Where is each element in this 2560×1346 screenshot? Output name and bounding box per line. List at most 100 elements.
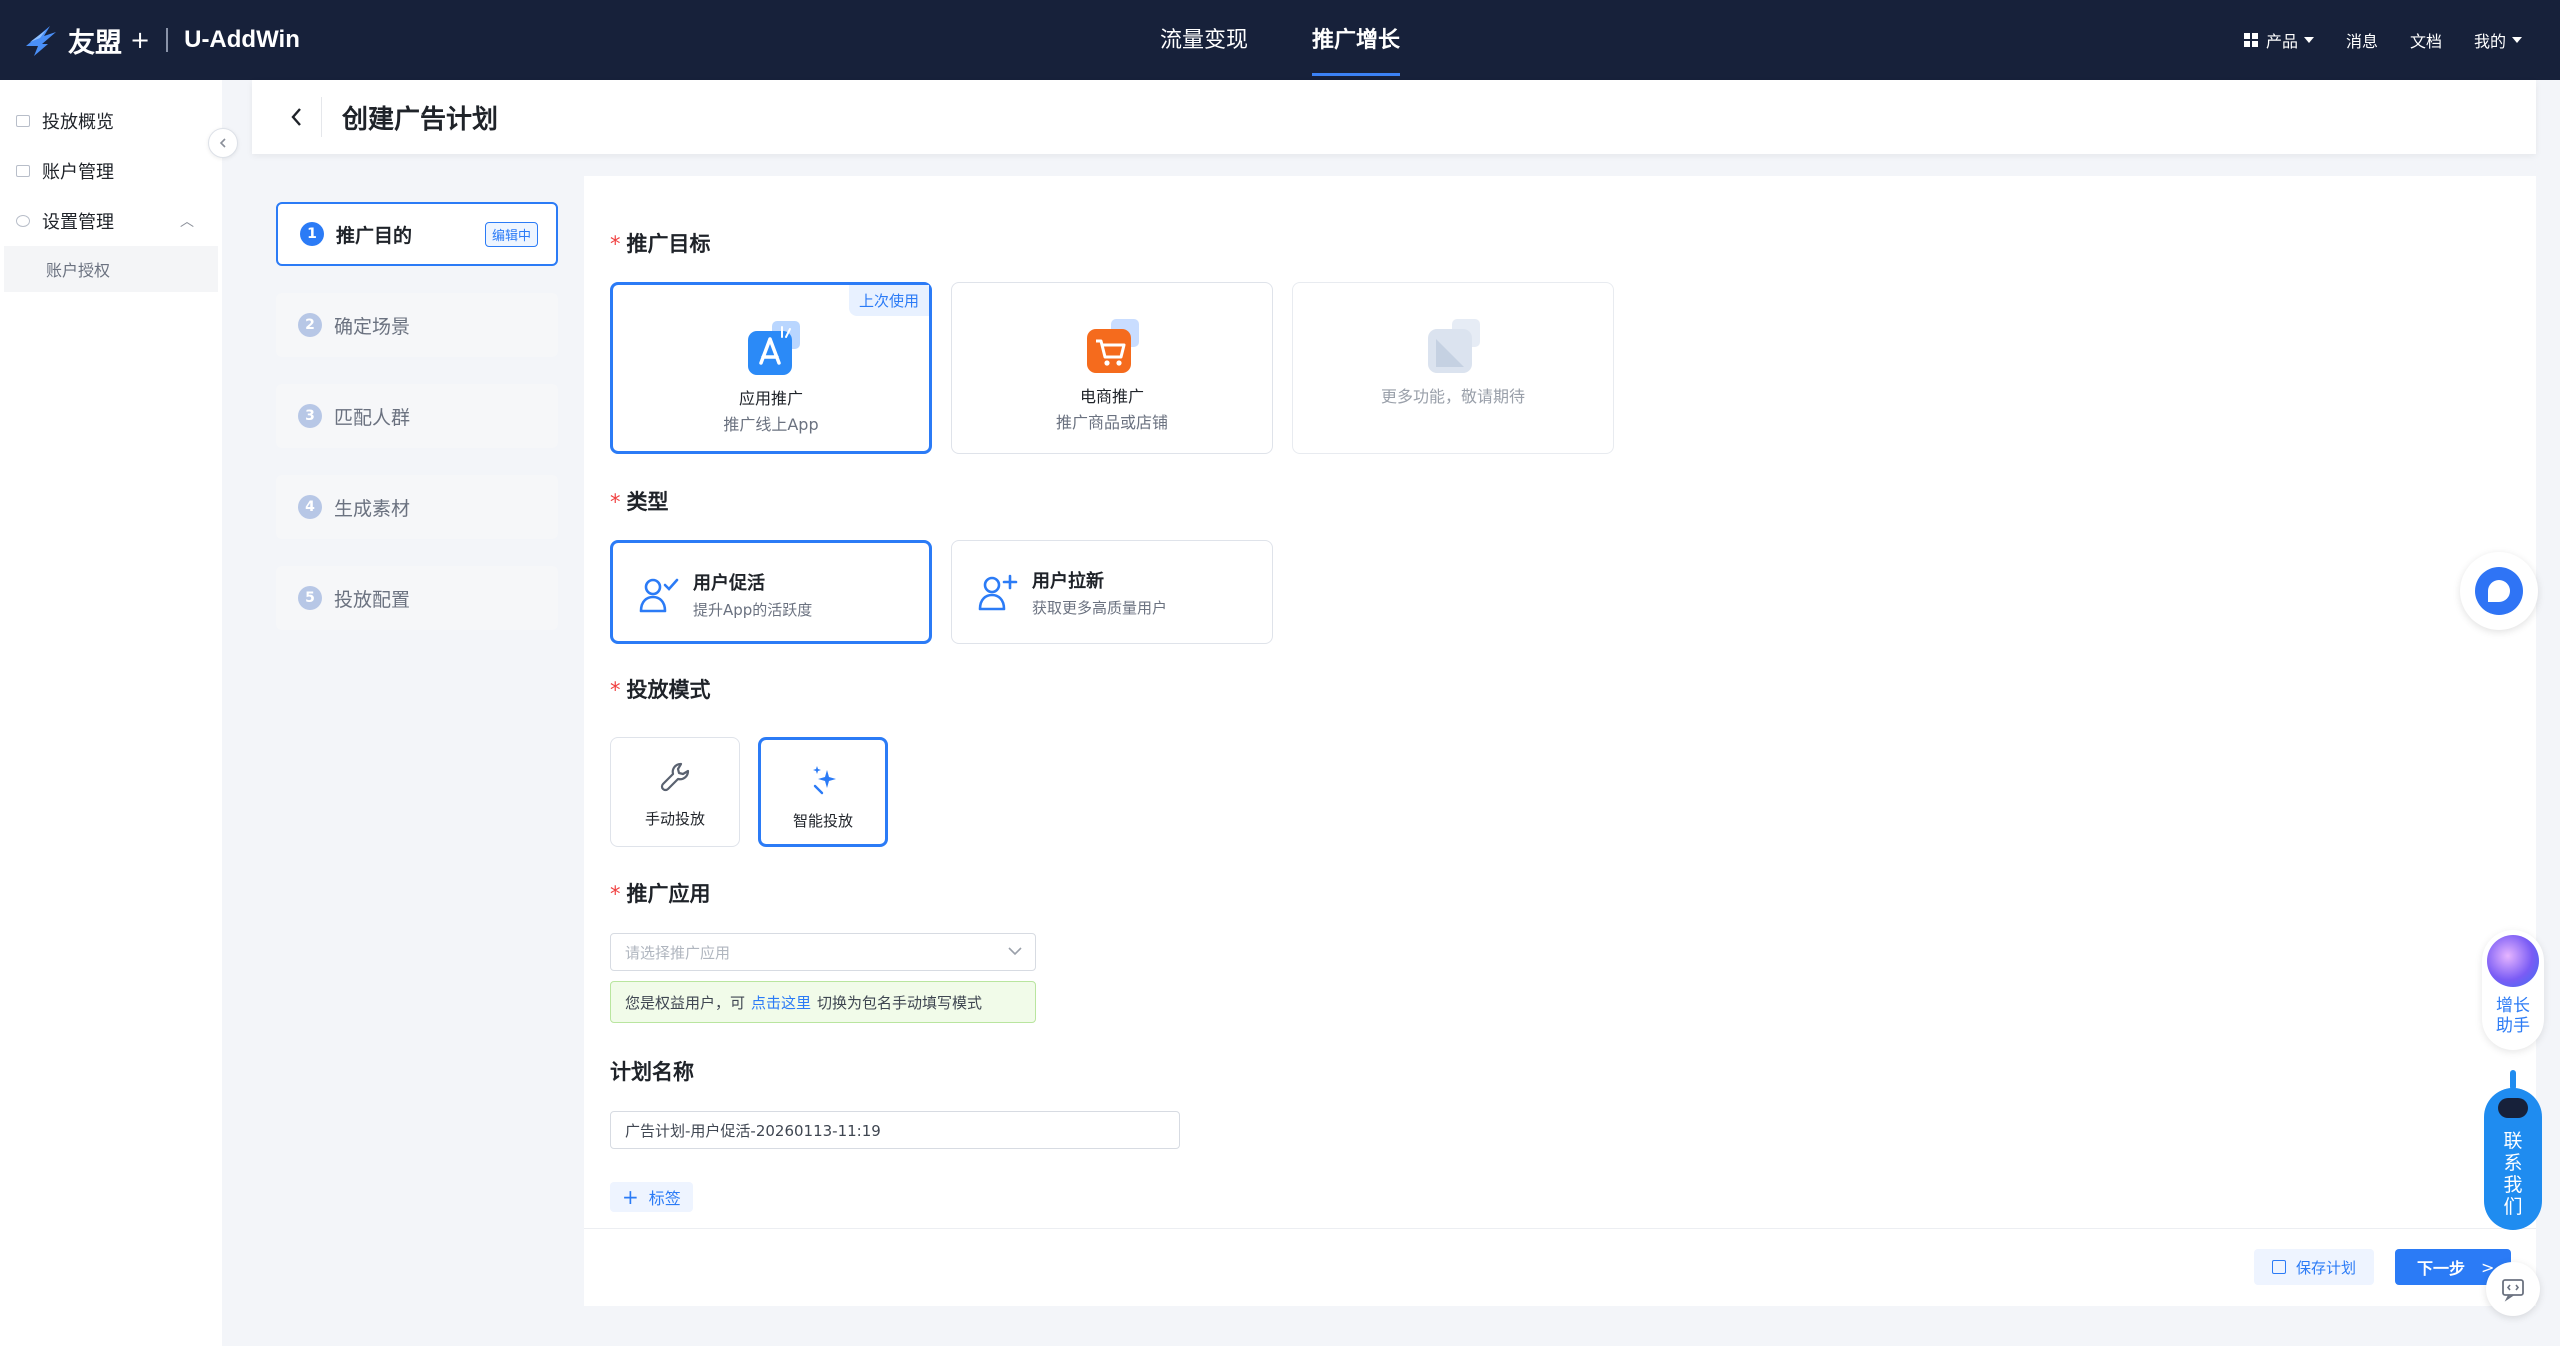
coming-soon-icon [1428,319,1480,373]
step-number: 5 [298,586,322,610]
tip-text-after: 切换为包名手动填写模式 [817,993,983,1012]
sidebar-item-label: 设置管理 [42,212,114,233]
feedback-code-icon [2502,1279,2524,1302]
required-mark: * [610,232,621,256]
sidebar-item-settings[interactable]: 设置管理 ︿ [0,196,222,246]
type-title: 用户拉新 [1032,571,1104,592]
label-text: 推广目标 [626,232,711,256]
collapse-sidebar-button[interactable] [208,128,238,158]
type-label: * 类型 [610,486,669,516]
feedback-button[interactable] [2486,1262,2540,1316]
type-subtitle: 获取更多高质量用户 [1032,599,1168,617]
user-add-icon [978,574,1018,611]
step-label: 确定场景 [334,315,411,338]
brand-name: 友盟 [68,27,122,59]
type-subtitle: 提升App的活跃度 [693,601,813,619]
save-button-label: 保存计划 [2296,1258,2357,1277]
switch-mode-link[interactable]: 点击这里 [751,992,811,1013]
app-store-icon [748,321,800,375]
type-card-user-acquisition[interactable]: 用户拉新 获取更多高质量用户 [951,540,1273,644]
wrench-icon [660,762,690,792]
page-title: 创建广告计划 [342,104,499,135]
contact-char: 我 [2503,1174,2523,1196]
umeng-bird-icon [26,26,56,56]
docs-link[interactable]: 文档 [2410,28,2442,52]
nav-promotion-growth[interactable]: 推广增长 [1312,0,1401,80]
overview-icon [16,115,30,127]
contact-char: 们 [2503,1196,2523,1218]
editing-badge: 编辑中 [484,221,538,247]
step-label: 生成素材 [334,497,411,520]
nav-traffic-monetization[interactable]: 流量变现 [1160,0,1248,80]
type-title: 用户促活 [693,573,765,594]
product-name: U-AddWin [184,26,300,53]
chevron-down-icon [2512,37,2522,43]
shopping-cart-icon [1087,319,1139,373]
required-mark: * [610,678,621,702]
page-header: 创建广告计划 [252,80,2536,154]
step-number: 3 [298,404,322,428]
back-button[interactable] [272,97,322,137]
step-navigator: 1 推广目的 编辑中 2 确定场景 3 匹配人群 4 生成素材 5 投放配置 [276,202,558,657]
robot-face-icon [2498,1098,2528,1118]
assistant-label-line: 增长 [2496,996,2530,1016]
last-used-badge: 上次使用 [848,285,929,316]
assistant-label: 增长 助手 [2482,996,2544,1036]
assistant-label-line: 助手 [2496,1016,2530,1036]
target-subtitle: 推广商品或店铺 [1055,413,1168,432]
promotion-target-label: * 推广目标 [610,228,711,258]
tag-button-label: 标签 [648,1189,681,1208]
brand-divider [166,28,169,52]
add-tag-button[interactable]: + 标签 [610,1182,693,1212]
mode-card-manual[interactable]: 手动投放 [610,737,740,847]
required-mark: * [610,490,621,514]
sidebar-item-label: 账户管理 [42,162,114,183]
brand-plus: + [130,26,151,54]
type-card-user-activation[interactable]: 用户促活 提升App的活跃度 [610,540,932,644]
contact-us-button[interactable]: 联 系 我 们 [2484,1060,2542,1230]
growth-assistant-button[interactable]: 增长 助手 [2482,930,2544,1050]
step-scene[interactable]: 2 确定场景 [276,293,558,357]
target-card-ecommerce[interactable]: 电商推广 推广商品或店铺 [951,282,1273,454]
products-menu[interactable]: 产品 [2243,28,2314,52]
sparkle-icon [813,766,836,795]
sidebar-subitem-authorization[interactable]: 账户授权 [4,246,218,292]
mode-card-smart[interactable]: 智能投放 [758,737,888,847]
plan-name-value: 广告计划-用户促活-20260113-11:19 [625,1121,881,1140]
contact-char: 联 [2503,1130,2523,1152]
contact-char: 系 [2503,1152,2523,1174]
chevron-down-icon [1008,947,1022,956]
my-account-menu[interactable]: 我的 [2474,28,2522,52]
promoted-app-select[interactable]: 请选择推广应用 [610,933,1036,971]
delivery-mode-label: * 投放模式 [610,674,711,704]
my-account-label: 我的 [2473,32,2506,51]
label-text: 推广应用 [626,882,711,906]
label-text: 投放模式 [626,678,711,702]
required-mark: * [610,882,621,906]
top-right-menu: 产品 消息 文档 我的 [2212,0,2522,80]
sidebar-item-overview[interactable]: 投放概览 [0,96,222,146]
chat-float-button[interactable] [2460,552,2538,630]
main-nav: 流量变现 推广增长 [1160,0,1464,80]
sidebar-item-label: 投放概览 [42,112,114,133]
sidebar-item-account[interactable]: 账户管理 [0,146,222,196]
target-card-app[interactable]: 上次使用 应用推广 推广线上App [610,282,932,454]
chevron-left-icon [290,108,301,126]
target-card-coming-soon: 更多功能，敬请期待 [1292,282,1614,454]
chevron-down-icon [2303,37,2314,43]
step-delivery-config[interactable]: 5 投放配置 [276,566,558,630]
messages-link[interactable]: 消息 [2346,28,2378,52]
promoted-app-label: * 推广应用 [610,878,711,908]
plan-name-input[interactable]: 广告计划-用户促活-20260113-11:19 [610,1111,1180,1149]
step-promotion-goal[interactable]: 1 推广目的 编辑中 [276,202,558,266]
plus-icon: + [622,1185,639,1209]
step-creative[interactable]: 4 生成素材 [276,475,558,539]
products-label: 产品 [2265,32,2298,51]
mode-title: 智能投放 [792,812,853,830]
brand-logo[interactable]: 友盟 + U-AddWin [22,18,300,62]
next-button-label: 下一步 [2417,1259,2466,1278]
target-title: 应用推广 [738,389,803,408]
step-audience[interactable]: 3 匹配人群 [276,384,558,448]
save-icon [2272,1260,2286,1274]
save-plan-button[interactable]: 保存计划 [2254,1249,2375,1285]
